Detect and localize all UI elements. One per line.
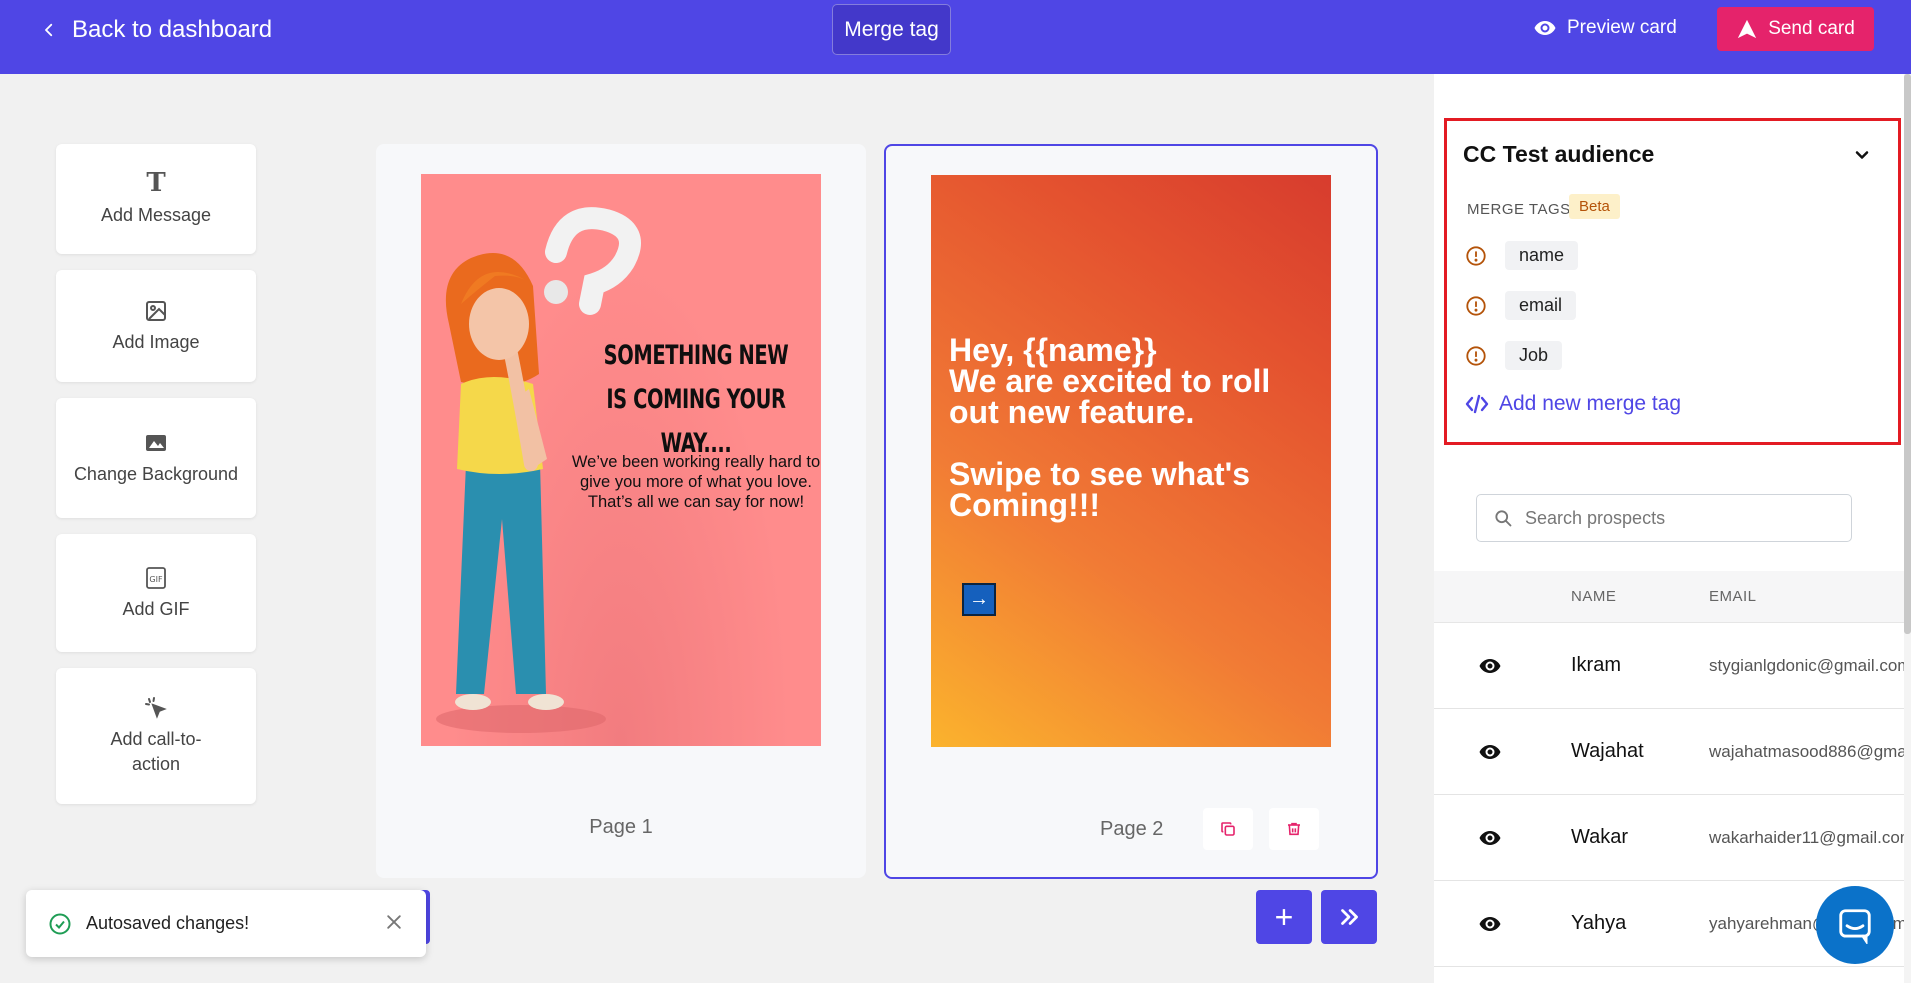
add-page-button[interactable]: + [1256,890,1312,944]
page-2-label: Page 2 [1100,818,1164,840]
background-icon [144,430,168,456]
add-merge-tag-link[interactable]: Add new merge tag [1465,392,1681,416]
back-to-dashboard-link[interactable]: Back to dashboard [40,16,272,44]
eye-icon[interactable] [1476,912,1504,936]
page-1-body-text: We’ve been working really hard to give y… [571,453,821,511]
warning-circle-icon [1466,245,1486,266]
prospect-name: Yahya [1571,912,1627,934]
page-1-headline: SOMETHING NEW IS COMING YOUR WAY.... [603,340,789,459]
add-gif-label: Add GIF [122,598,190,619]
table-row[interactable]: Wakar wakarhaider11@gmail.com [1434,795,1904,881]
image-icon [144,298,168,324]
merge-tag-row: email [1465,291,1577,320]
double-chevron-right-icon [1341,909,1358,925]
duplicate-page-button[interactable] [1203,808,1253,850]
toast-message: Autosaved changes! [86,913,250,933]
prospect-email: wakarhaider11@gmail.com [1709,828,1904,847]
table-row[interactable]: Ikram stygianlgdonic@gmail.com [1434,623,1904,709]
audience-title[interactable]: CC Test audience [1463,141,1654,168]
prospect-name: Wakar [1571,826,1629,848]
send-card-button[interactable]: Send card [1717,7,1874,51]
chevron-down-icon[interactable] [1852,145,1872,165]
gif-icon: GIF [144,565,168,591]
page-2-canvas[interactable]: Hey, {{name}} We are excited to roll out… [931,175,1331,747]
trash-icon [1288,822,1300,836]
copy-icon [1221,822,1235,836]
text-icon: T [146,168,166,198]
eye-icon [1534,21,1556,35]
prospects-table-header: NAME EMAIL [1434,571,1904,623]
prospect-email: stygianlgdonic@gmail.com [1709,656,1904,675]
close-icon[interactable] [384,912,404,932]
add-cta-button[interactable]: Add call-to-action [56,668,256,804]
page-1-label: Page 1 [589,816,653,838]
top-bar: Back to dashboard Merge tag Preview card… [0,0,1911,74]
merge-tag-row: Job [1465,341,1563,370]
page-2-card[interactable]: Hey, {{name}} We are excited to roll out… [884,144,1378,879]
search-prospects[interactable] [1476,494,1852,542]
add-gif-button[interactable]: GIF Add GIF [56,534,256,652]
prospect-name: Wajahat [1571,740,1644,762]
merge-tag-pill[interactable]: name [1505,241,1579,270]
add-message-label: Add Message [100,204,212,225]
change-background-button[interactable]: Change Background [56,398,256,518]
name-column-header: NAME [1571,588,1617,605]
audience-card: CC Test audience MERGE TAGS Beta name em… [1444,118,1901,445]
code-icon [1465,394,1489,414]
add-message-button[interactable]: T Add Message [56,144,256,254]
check-circle-icon [49,913,71,934]
page-1-canvas[interactable]: SOMETHING NEW IS COMING YOUR WAY.... We’… [421,174,821,746]
add-merge-tag-label: Add new merge tag [1499,392,1682,415]
cta-arrow-button[interactable]: → [962,583,996,616]
chat-icon [1839,909,1871,944]
beta-badge: Beta [1569,194,1620,219]
chevron-left-icon [45,23,53,37]
autosave-toast: Autosaved changes! [26,890,426,957]
warning-circle-icon [1466,345,1486,366]
email-column-header: EMAIL [1709,588,1757,605]
next-pages-button[interactable] [1321,890,1377,944]
cursor-click-icon [144,695,168,721]
search-input[interactable] [1525,507,1825,529]
send-icon [1738,19,1757,39]
eye-icon[interactable] [1476,826,1504,850]
svg-text:GIF: GIF [149,575,163,584]
preview-card-button[interactable]: Preview card [1533,16,1677,40]
eye-icon[interactable] [1476,654,1504,678]
back-label: Back to dashboard [72,16,273,43]
send-label: Send card [1768,18,1855,39]
prospect-email: wajahatmasood886@gmail.com [1709,742,1904,761]
eye-icon[interactable] [1476,740,1504,764]
search-icon [1495,510,1512,527]
merge-tag-pill[interactable]: email [1505,291,1577,320]
delete-page-button[interactable] [1269,808,1319,850]
merge-tags-label: MERGE TAGS [1467,201,1571,218]
warning-circle-icon [1466,295,1486,316]
add-image-button[interactable]: Add Image [56,270,256,382]
merge-tag-row: name [1465,241,1579,270]
preview-label: Preview card [1567,17,1677,38]
change-background-label: Change Background [73,463,239,484]
prospect-name: Ikram [1571,654,1621,676]
chat-launcher-button[interactable] [1816,886,1894,964]
add-image-label: Add Image [112,331,200,352]
merge-tag-pill[interactable]: Job [1505,341,1563,370]
merge-tag-button[interactable]: Merge tag [832,4,951,55]
page-1-card[interactable]: SOMETHING NEW IS COMING YOUR WAY.... We’… [376,144,866,878]
page-2-message-text[interactable]: Hey, {{name}} We are excited to roll out… [949,334,1309,521]
table-row[interactable]: Wajahat wajahatmasood886@gmail.com [1434,709,1904,795]
add-cta-label: Add call-to-action [110,729,202,774]
panel-scrollbar-thumb[interactable] [1904,74,1911,634]
